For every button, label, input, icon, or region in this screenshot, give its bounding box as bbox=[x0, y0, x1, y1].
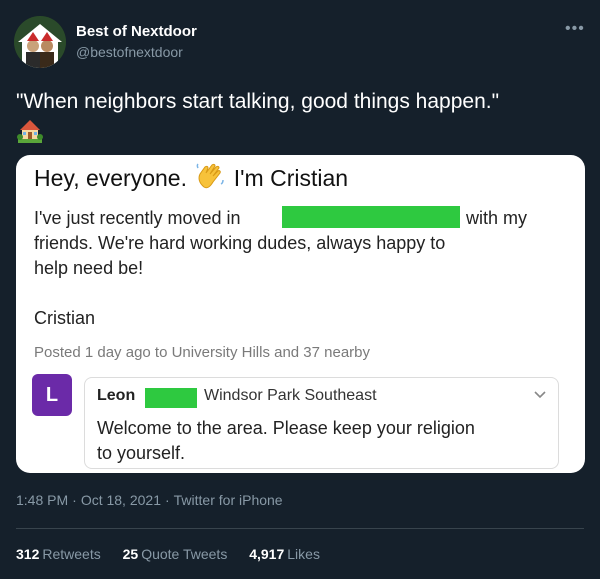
likes-label: Likes bbox=[287, 546, 320, 562]
author-display-name[interactable]: Best of Nextdoor bbox=[76, 23, 197, 40]
retweets-label: Retweets bbox=[42, 546, 101, 562]
post-title: Hey, everyone. I'm Cristian bbox=[34, 161, 348, 195]
more-options-icon[interactable]: ••• bbox=[565, 20, 585, 38]
post-body-line-1-end: with my bbox=[466, 208, 528, 228]
post-body-line-2: friends. We're hard working dudes, alway… bbox=[34, 233, 446, 253]
likes-stat[interactable]: 4,917 Likes bbox=[249, 546, 320, 562]
post-title-name: I'm Cristian bbox=[233, 165, 349, 191]
chevron-down-icon bbox=[534, 391, 546, 399]
divider bbox=[16, 528, 584, 529]
reply-text-line-1: Welcome to the area. Please keep your re… bbox=[97, 418, 475, 438]
tweet-time[interactable]: 1:48 PM bbox=[16, 492, 68, 508]
quote-tweets-stat[interactable]: 25 Quote Tweets bbox=[123, 546, 228, 562]
reply-neighborhood: Windsor Park Southeast bbox=[204, 387, 377, 404]
post-meta: Posted 1 day ago to University Hills and… bbox=[34, 344, 371, 361]
tweet-date[interactable]: Oct 18, 2021 bbox=[81, 492, 161, 508]
tweet: Best of Nextdoor @bestofnextdoor ••• "Wh… bbox=[0, 0, 600, 579]
embedded-post-image[interactable]: Hey, everyone. I'm Cristian I've just re… bbox=[16, 155, 585, 473]
reply-author-name: Leon bbox=[97, 387, 136, 404]
retweets-stat[interactable]: 312 Retweets bbox=[16, 546, 101, 562]
tweet-text: "When neighbors start talking, good thin… bbox=[16, 90, 500, 113]
tweet-source[interactable]: Twitter for iPhone bbox=[174, 492, 283, 508]
quote-tweets-label: Quote Tweets bbox=[141, 546, 228, 562]
retweets-count: 312 bbox=[16, 546, 40, 562]
quote-tweets-count: 25 bbox=[122, 546, 139, 562]
avatar-image bbox=[14, 16, 66, 68]
redaction-location bbox=[282, 206, 460, 228]
author-handle[interactable]: @bestofnextdoor bbox=[76, 44, 183, 60]
post-body-line-1-start: I've just recently moved in bbox=[34, 208, 241, 228]
house-with-garden-icon bbox=[17, 120, 43, 143]
engagement-stats: 312 Retweets 25 Quote Tweets 4,917 Likes bbox=[16, 546, 338, 562]
reply-comment: Leon Windsor Park Southeast Welcome to t… bbox=[84, 377, 559, 469]
redaction-surname bbox=[145, 388, 197, 408]
likes-count: 4,917 bbox=[249, 546, 285, 562]
post-title-greeting: Hey, everyone. bbox=[34, 165, 187, 191]
reply-avatar: L bbox=[32, 374, 72, 416]
tweet-timestamp: 1:48 PM · Oct 18, 2021 · Twitter for iPhone bbox=[16, 492, 283, 508]
post-body-line-3: help need be! bbox=[34, 258, 144, 278]
reply-text-line-2: to yourself. bbox=[97, 443, 186, 463]
post-signature: Cristian bbox=[34, 308, 96, 328]
author-avatar[interactable] bbox=[14, 16, 66, 68]
waving-hand-icon bbox=[196, 163, 225, 189]
